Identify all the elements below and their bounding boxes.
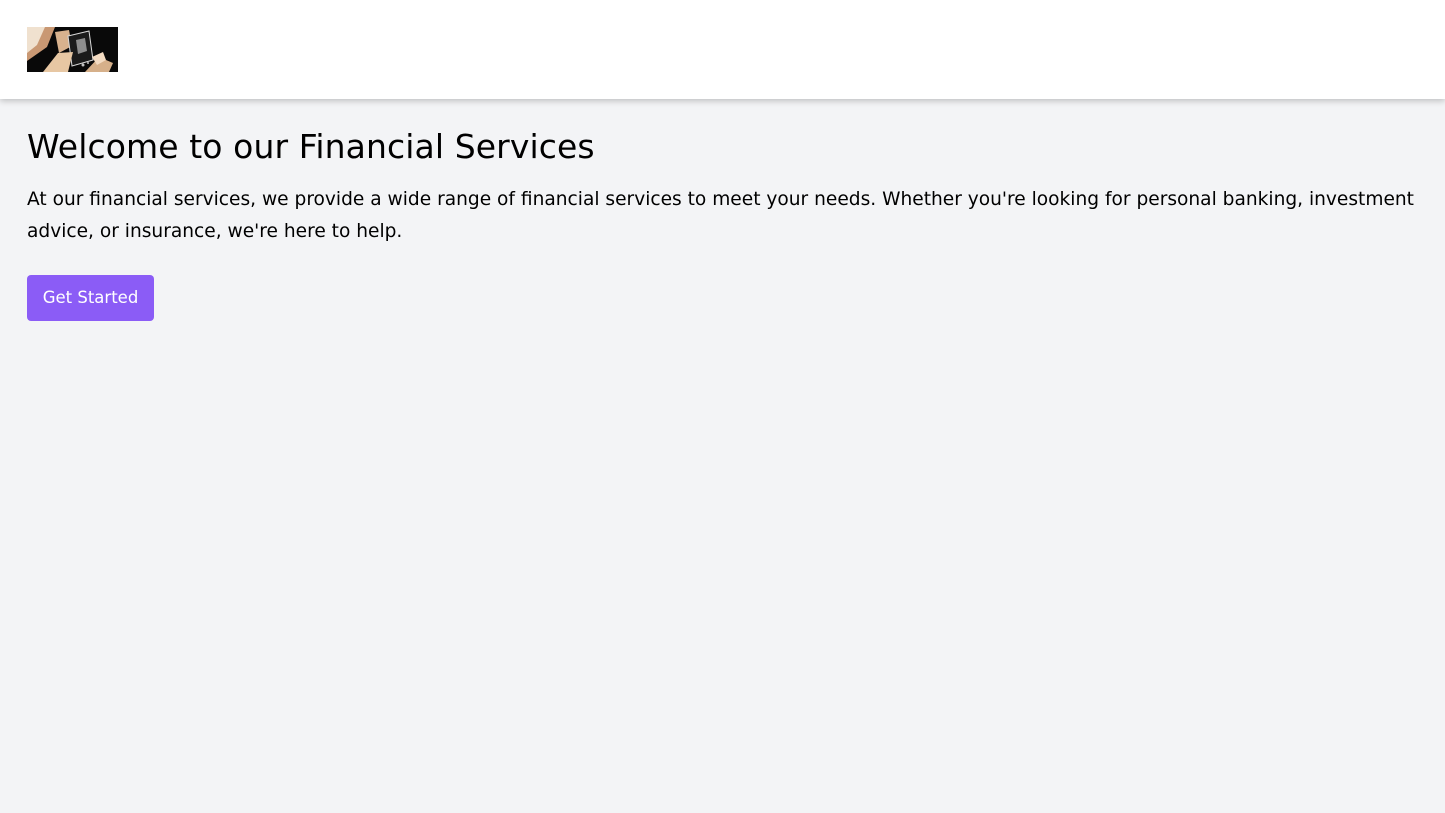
intro-paragraph: At our financial services, we provide a … [27, 189, 1414, 242]
get-started-button[interactable]: Get Started [27, 275, 154, 321]
page-title: Welcome to our Financial Services [27, 127, 595, 166]
logo-image[interactable] [27, 27, 118, 72]
site-header [0, 0, 1445, 99]
